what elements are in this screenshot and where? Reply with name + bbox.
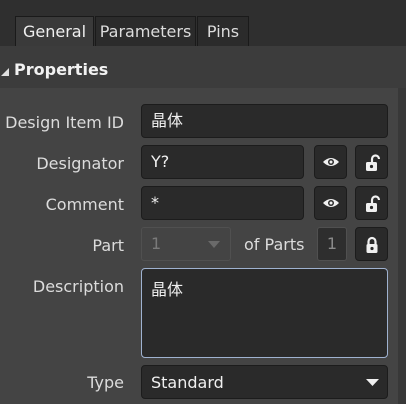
collapse-triangle-icon[interactable] <box>0 65 10 77</box>
type-value: Standard <box>151 373 224 392</box>
type-select[interactable]: Standard <box>141 365 388 399</box>
chevron-down-icon <box>208 241 220 248</box>
design-item-id-field[interactable]: 晶体 <box>141 104 388 138</box>
unlock-icon <box>366 195 381 212</box>
designator-lock-button[interactable] <box>355 145 388 179</box>
comment-label: Comment <box>45 195 124 214</box>
description-textarea[interactable]: 晶体 <box>141 268 388 358</box>
eye-icon <box>323 199 339 207</box>
tab-bar: General Parameters Pins <box>0 0 406 46</box>
tab-general[interactable]: General <box>15 16 94 46</box>
part-lock-button[interactable] <box>355 227 388 261</box>
part-select[interactable]: 1 <box>141 227 231 261</box>
tab-parameters[interactable]: Parameters <box>95 16 196 46</box>
comment-visibility-button[interactable] <box>314 186 347 220</box>
tab-pins[interactable]: Pins <box>197 16 249 46</box>
design-item-id-label: Design Item ID <box>5 113 124 132</box>
designator-visibility-button[interactable] <box>314 145 347 179</box>
designator-label: Designator <box>36 154 124 173</box>
comment-lock-button[interactable] <box>355 186 388 220</box>
type-label: Type <box>87 373 124 392</box>
lock-icon <box>366 236 378 253</box>
unlock-icon <box>366 154 381 171</box>
properties-section-header[interactable]: Properties <box>0 58 406 86</box>
comment-field[interactable]: * <box>141 186 304 220</box>
part-label: Part <box>92 236 124 255</box>
description-label: Description <box>32 277 124 296</box>
of-parts-label: of Parts <box>244 235 305 254</box>
parts-count: 1 <box>317 227 347 261</box>
part-value: 1 <box>151 234 162 253</box>
scrollbar[interactable] <box>398 88 406 404</box>
designator-field[interactable]: Y? <box>141 145 304 179</box>
chevron-down-icon <box>366 379 379 386</box>
eye-icon <box>323 158 339 166</box>
section-title: Properties <box>14 60 109 79</box>
